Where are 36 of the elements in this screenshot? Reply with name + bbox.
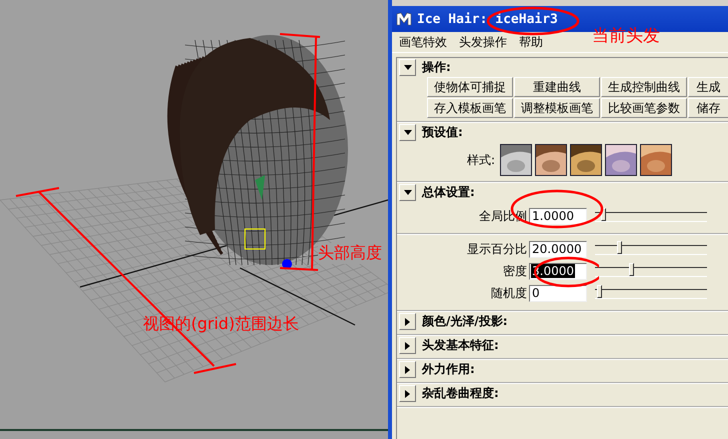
menu-item[interactable]: 头发操作 (458, 34, 508, 50)
field-label: 随机度 (490, 284, 528, 302)
expand-toggle[interactable] (399, 184, 416, 201)
number-field[interactable]: 1.0000 (529, 208, 587, 224)
field-label: 显示百分比 (466, 240, 528, 258)
field-label: 样式: (467, 152, 496, 168)
action-button[interactable]: 调整模板画笔 (514, 98, 600, 118)
section-title: 外力作用: (422, 361, 475, 378)
action-button[interactable]: 储存 (688, 98, 728, 118)
section-title: 颜色/光泽/投影: (422, 313, 508, 330)
section-title: 总体设置: (422, 184, 475, 201)
expand-toggle[interactable] (399, 313, 416, 330)
expand-toggle[interactable] (399, 361, 416, 378)
expand-toggle[interactable] (399, 385, 416, 402)
action-button[interactable]: 使物体可捕捉 (427, 77, 513, 97)
action-button[interactable]: 生成控制曲线 (601, 77, 687, 97)
annotation-text: 头部高度 (318, 243, 382, 264)
expand-toggle[interactable] (399, 59, 416, 76)
expand-toggle[interactable] (399, 337, 416, 354)
section-title: 杂乱卷曲程度: (422, 385, 499, 402)
section-title: 头发基本特征: (422, 337, 499, 354)
section-title: 预设值: (422, 124, 463, 141)
menu-item[interactable]: 画笔特效 (398, 34, 448, 50)
menu-item[interactable]: 帮助 (518, 34, 544, 50)
action-button[interactable]: 存入模板画笔 (427, 98, 513, 118)
annotation-text: 当前头发 (592, 25, 660, 47)
number-field[interactable]: 0 (529, 284, 587, 302)
field-label: 密度 (502, 262, 528, 280)
app-logo-icon (396, 12, 412, 26)
section-title: 操作: (422, 59, 451, 76)
expand-toggle[interactable] (399, 124, 416, 141)
action-button[interactable]: 重建曲线 (514, 77, 600, 97)
number-field[interactable]: 20.0000 (529, 240, 587, 258)
action-button[interactable]: 生成 (688, 77, 728, 97)
window-title: Ice Hair: iceHair3 (417, 12, 558, 26)
action-button[interactable]: 比较画笔参数 (601, 98, 687, 118)
